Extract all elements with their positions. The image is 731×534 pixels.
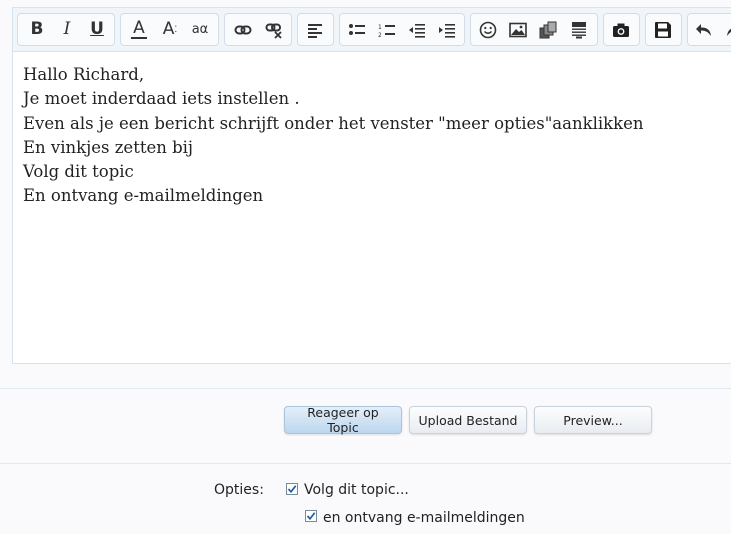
reply-form: B I U A A ⁚ aα 1 2 Hallo Richard, Je moe… [0, 0, 731, 534]
smiley-button[interactable] [475, 15, 501, 44]
media-button[interactable] [535, 15, 561, 44]
upload-file-button[interactable]: Upload Bestand [409, 406, 527, 434]
redo-icon [727, 28, 731, 36]
rich-text-editor: B I U A A ⁚ aα 1 2 Hallo Richard, Je moe… [12, 7, 731, 364]
svg-text:1: 1 [378, 24, 382, 31]
indent-icon [439, 23, 455, 38]
checkmark-icon [306, 512, 316, 521]
undo-button[interactable] [691, 15, 717, 44]
camera-button[interactable] [608, 15, 634, 44]
underline-button[interactable]: U [84, 15, 110, 44]
toolbar-group-font: A A ⁚ aα [120, 13, 219, 46]
options-label: Opties: [214, 482, 264, 498]
checkmark-icon [287, 485, 297, 494]
bullet-list-icon [349, 23, 365, 35]
content-line: En vinkjes zetten bij [23, 137, 194, 157]
bullet-list-button[interactable] [344, 15, 370, 44]
font-size-dots-icon: ⁚ [174, 24, 178, 35]
toolbar-group-text-style: B I U [17, 13, 115, 46]
toolbar-group-history [687, 13, 731, 46]
content-line: Even als je een bericht schrijft onder h… [23, 113, 644, 133]
quote-button[interactable] [566, 15, 592, 44]
smallcaps-button[interactable]: aα [187, 15, 213, 44]
bold-icon: B [30, 19, 44, 39]
italic-button[interactable]: I [54, 15, 80, 44]
font-size-button[interactable]: A ⁚ [157, 15, 183, 44]
editor-toolbar: B I U A A ⁚ aα 1 2 [13, 8, 731, 52]
underline-icon: U [90, 19, 104, 39]
toolbar-group-save [645, 13, 682, 46]
smallcaps-icon: aα [191, 22, 209, 37]
font-color-icon: A [131, 18, 147, 39]
smiley-icon [479, 21, 497, 38]
link-icon [234, 25, 252, 34]
content-line: Hallo Richard, [23, 65, 145, 84]
bold-button[interactable]: B [24, 15, 50, 44]
divider [0, 388, 731, 389]
indent-button[interactable] [434, 15, 460, 44]
numbered-list-icon: 1 2 [378, 24, 395, 38]
numbered-list-button[interactable]: 1 2 [374, 15, 400, 44]
redo-button[interactable] [721, 15, 731, 44]
undo-icon [696, 23, 711, 36]
media-icon [539, 21, 557, 38]
divider [0, 463, 731, 464]
save-draft-button[interactable] [650, 15, 676, 44]
content-line: Je moet inderdaad iets instellen . [23, 89, 300, 109]
follow-topic-label[interactable]: Volg dit topic... [304, 482, 409, 498]
unlink-icon [265, 23, 282, 39]
image-button[interactable] [505, 15, 531, 44]
font-size-icon: A [162, 19, 175, 39]
content-line: Volg dit topic [23, 162, 134, 182]
font-color-button[interactable]: A [126, 15, 152, 44]
outdent-button[interactable] [404, 15, 430, 44]
link-button[interactable] [230, 15, 256, 44]
align-left-icon [308, 23, 322, 38]
align-left-button[interactable] [302, 15, 328, 44]
italic-icon: I [63, 19, 71, 39]
quote-icon [572, 21, 586, 38]
toolbar-group-camera [603, 13, 640, 46]
unlink-button[interactable] [261, 15, 287, 44]
follow-topic-checkbox[interactable] [286, 483, 298, 495]
image-icon [509, 22, 527, 37]
save-icon [655, 21, 671, 38]
preview-button[interactable]: Preview... [534, 406, 652, 434]
toolbar-group-align [297, 13, 334, 46]
reply-topic-button[interactable]: Reageer op Topic [284, 405, 402, 435]
toolbar-group-insert [470, 13, 598, 46]
editor-content[interactable]: Hallo Richard, Je moet inderdaad iets in… [23, 63, 723, 209]
outdent-icon [409, 23, 425, 38]
email-notification-label[interactable]: en ontvang e-mailmeldingen [323, 510, 525, 526]
svg-text:2: 2 [378, 32, 382, 38]
toolbar-group-lists: 1 2 [339, 13, 465, 46]
email-notification-checkbox[interactable] [305, 510, 317, 522]
camera-icon [613, 23, 629, 37]
content-line: En ontvang e-mailmeldingen [23, 186, 264, 206]
toolbar-group-link [224, 13, 292, 46]
